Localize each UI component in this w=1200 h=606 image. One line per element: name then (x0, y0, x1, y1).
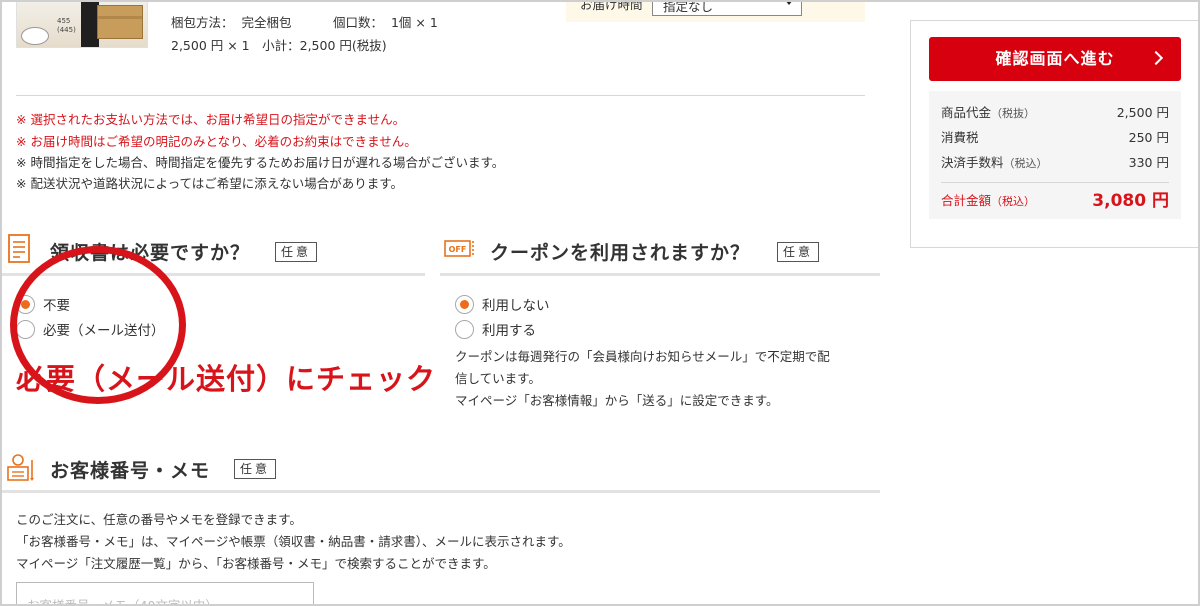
summary-total-row: 合計金額（税込） 3,080 円 (941, 182, 1169, 214)
note-item: ※ 選択されたお支払い方法では、お届け希望日の指定ができません。 (16, 112, 406, 127)
summary-value: 330 円 (1128, 155, 1169, 170)
coupon-title: クーポンを利用されますか？ (490, 242, 751, 264)
coupon-description: クーポンは毎週発行の「会員様向けお知らせメール」で不定期で配 (455, 349, 830, 364)
total-value: 3,080 円 (1092, 191, 1169, 211)
thumbnail-cardboard-box (97, 5, 143, 39)
memo-title: お客様番号・メモ (50, 460, 211, 482)
note-item: ※ お届け時間はご希望の明記のみとなり、必着のお約束はできません。 (16, 134, 417, 149)
summary-value: 2,500 円 (1116, 105, 1169, 120)
memo-input[interactable]: お客様番号・メモ（40文字以内） (16, 582, 314, 606)
packing-value: 完全梱包 (241, 15, 292, 30)
summary-label: 消費税 (941, 130, 979, 145)
note-item: ※ 時間指定をした場合、時間指定を優先するためお届け日が遅れる場合がございます。 (16, 155, 505, 170)
thumbnail-dimension-label: 455 (445) (57, 17, 76, 34)
customer-memo-icon (7, 454, 34, 481)
total-sublabel: （税込） (991, 195, 1036, 208)
delivery-time-label: お届け時間 (580, 0, 643, 12)
total-label: 合計金額 (941, 193, 992, 208)
summary-sublabel: （税込） (1003, 157, 1048, 170)
confirm-button-label: 確認画面へ進む (995, 49, 1115, 68)
summary-value: 250 円 (1128, 130, 1169, 145)
delivery-time-row: お届け時間 指定なし (566, 0, 865, 22)
summary-row: 商品代金（税抜） 2,500 円 (941, 101, 1169, 126)
summary-box: 商品代金（税抜） 2,500 円 消費税 250 円 決済手数料（税込） 330… (929, 91, 1181, 219)
delivery-time-value: 指定なし (663, 0, 714, 14)
radio-label: 利用する (482, 323, 536, 339)
receipt-icon (8, 234, 30, 263)
summary-sublabel: （税抜） (991, 107, 1036, 120)
order-summary-panel: 確認画面へ進む 商品代金（税抜） 2,500 円 消費税 250 円 決済手数料… (910, 20, 1200, 248)
coupon-icon-text: OFF (449, 245, 467, 254)
radio-label: 利用しない (482, 298, 550, 314)
summary-row: 決済手数料（税込） 330 円 (941, 151, 1169, 176)
delivery-time-select[interactable]: 指定なし (652, 0, 802, 16)
packing-info: 梱包方法： 完全梱包 (171, 12, 291, 31)
section-rule (0, 490, 880, 493)
optional-badge: 任意 (234, 459, 277, 479)
optional-badge: 任意 (777, 242, 820, 262)
chevron-down-icon (785, 0, 793, 5)
radio-button[interactable] (455, 319, 474, 339)
count-info: 個口数： 1個 × 1 (333, 12, 438, 31)
optional-badge: 任意 (275, 242, 318, 262)
memo-description: このご注文に、任意の番号やメモを登録できます。 (16, 512, 302, 527)
summary-label: 決済手数料 (941, 155, 1004, 170)
coupon-icon: OFF (444, 240, 474, 257)
confirm-button[interactable]: 確認画面へ進む (929, 37, 1181, 81)
count-label: 個口数： (333, 15, 384, 30)
memo-description: 「お客様番号・メモ」は、マイページや帳票（領収書・納品書・請求書）、メールに表示… (16, 534, 571, 549)
coupon-description: 信しています。 (455, 371, 541, 386)
memo-description: マイページ「注文履歴一覧」から、「お客様番号・メモ」で検索することができます。 (16, 556, 496, 571)
brand-logo (21, 27, 49, 45)
product-thumbnail: 455 (445) (16, 0, 148, 48)
summary-label: 商品代金 (941, 105, 992, 120)
count-value: 1個 × 1 (390, 15, 438, 30)
annotation-text: 必要（メール送付）にチェック (16, 362, 437, 396)
section-rule (440, 273, 880, 276)
radio-button-selected[interactable] (455, 294, 474, 314)
radio-coupon-use[interactable]: 利用する (455, 319, 536, 339)
note-item: ※ 配送状況や道路状況によってはご希望に添えない場合があります。 (16, 176, 403, 191)
price-line: 2,500 円 × 1 小計：2,500 円(税抜) (171, 38, 387, 53)
summary-row: 消費税 250 円 (941, 126, 1169, 151)
chevron-right-icon (1148, 50, 1164, 66)
packing-label: 梱包方法： (171, 15, 234, 30)
coupon-description: マイページ「お客様情報」から「送る」に設定できます。 (455, 393, 779, 408)
divider (16, 95, 865, 96)
radio-coupon-none[interactable]: 利用しない (455, 294, 550, 314)
